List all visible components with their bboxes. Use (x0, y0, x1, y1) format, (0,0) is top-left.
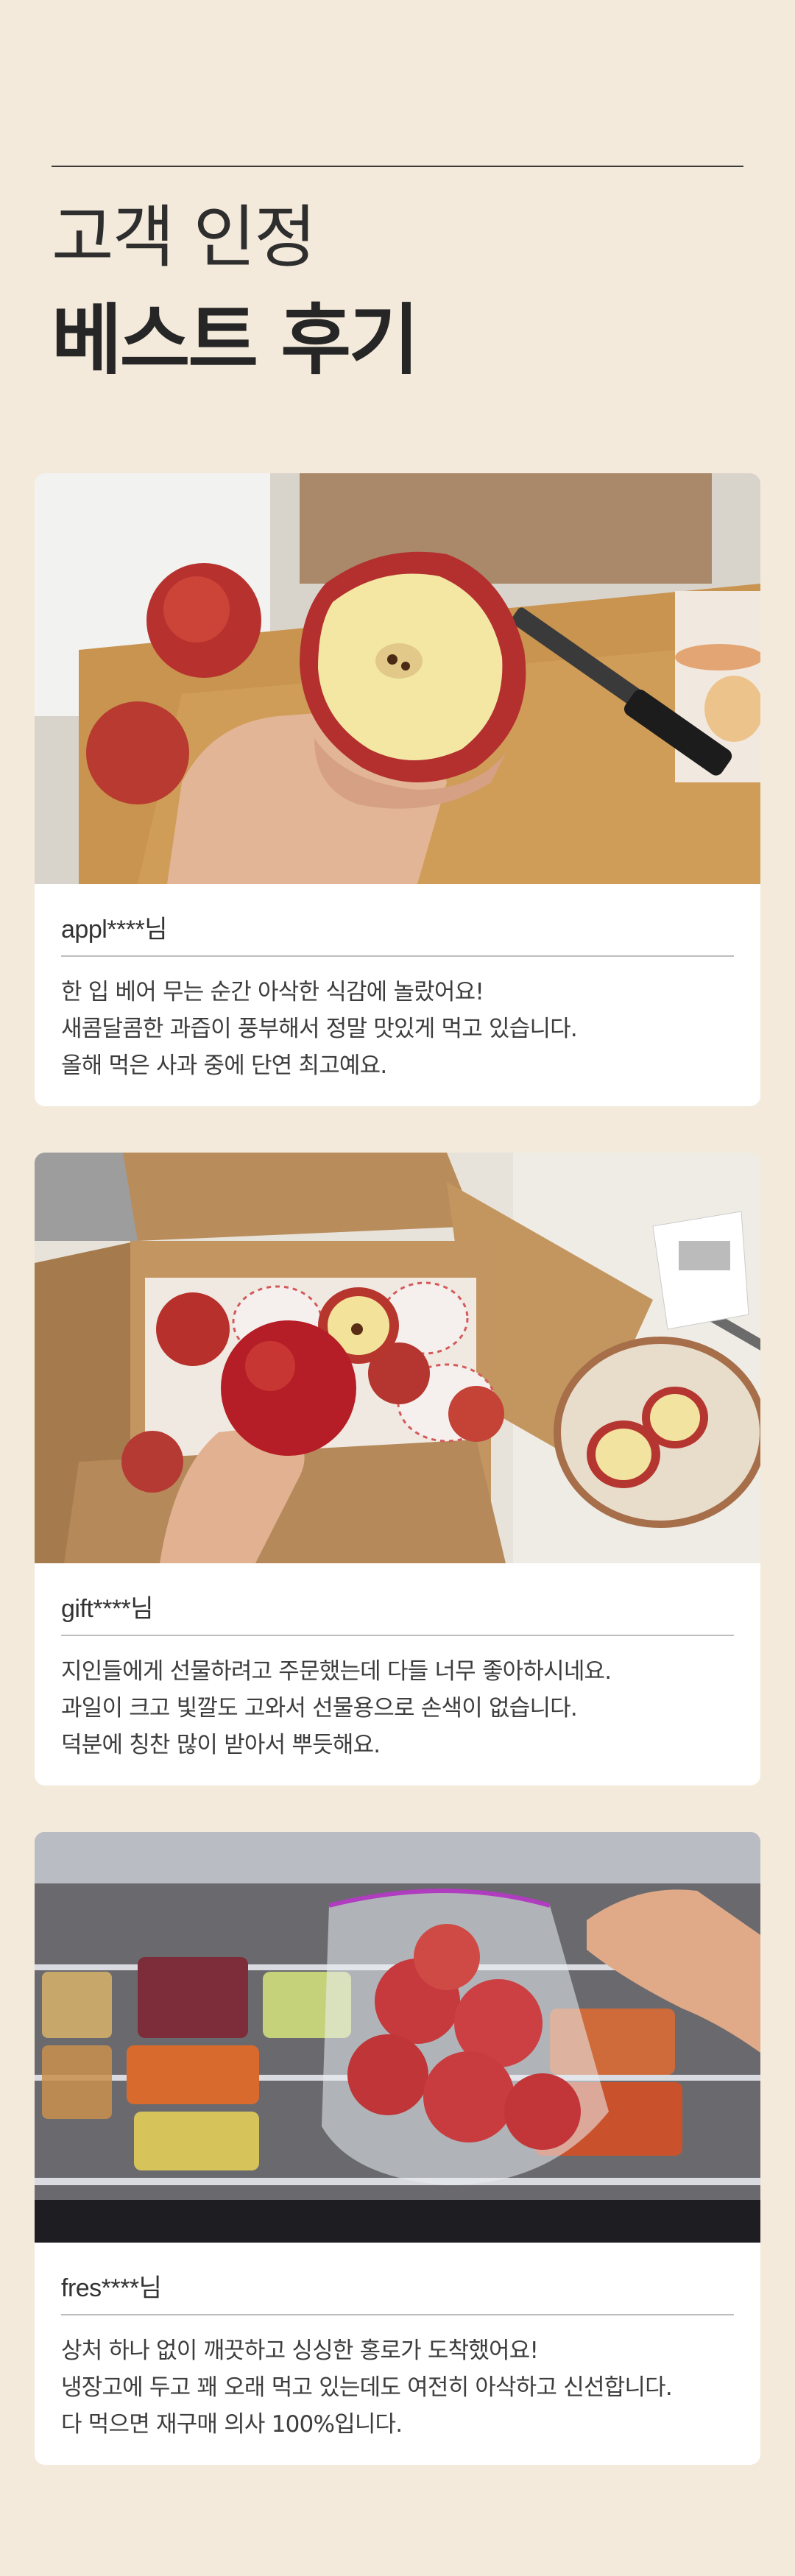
section-title-light: 고객 인정 (52, 198, 317, 277)
card-divider (61, 2314, 734, 2315)
apple-fridge-bag-photo-icon (35, 1832, 760, 2243)
apple-gift-box-photo-icon (35, 1153, 760, 1563)
review-line: 지인들에게 선물하려고 주문했는데 다들 너무 좋아하시네요. (61, 1658, 612, 1685)
review-body: 상처 하나 없이 깨끗하고 싱싱한 홍로가 도착했어요! 냉장고에 두고 꽤 오… (61, 2332, 738, 2443)
review-card[interactable]: fres****님 상처 하나 없이 깨끗하고 싱싱한 홍로가 도착했어요! 냉… (35, 1832, 760, 2465)
section-title-bold: 베스트 후기 (52, 295, 420, 385)
review-body: 한 입 베어 무는 순간 아삭한 식감에 놀랐어요! 새콤달콤한 과즙이 풍부해… (61, 974, 738, 1084)
review-line: 덕분에 칭찬 많이 받아서 뿌듯해요. (61, 1732, 381, 1758)
review-line: 다 먹으면 재구매 의사 100%입니다. (61, 2411, 403, 2438)
review-line: 올해 먹은 사과 중에 단연 최고예요. (61, 1052, 387, 1079)
reviewer-name: appl****님 (61, 916, 168, 944)
review-photo[interactable] (35, 473, 760, 884)
review-card[interactable]: gift****님 지인들에게 선물하려고 주문했는데 다들 너무 좋아하시네요… (35, 1153, 760, 1786)
review-body: 지인들에게 선물하려고 주문했는데 다들 너무 좋아하시네요. 과일이 크고 빛… (61, 1653, 738, 1763)
review-photo[interactable] (35, 1153, 760, 1563)
review-line: 과일이 크고 빛깔도 고와서 선물용으로 손색이 없습니다. (61, 1695, 578, 1722)
review-line: 새콤달콤한 과즙이 풍부해서 정말 맛있게 먹고 있습니다. (61, 1016, 578, 1042)
review-photo[interactable] (35, 1832, 760, 2243)
header-divider (52, 166, 743, 167)
card-divider (61, 955, 734, 957)
review-line: 냉장고에 두고 꽤 오래 먹고 있는데도 여전히 아삭하고 신선합니다. (61, 2374, 673, 2401)
reviewer-name: gift****님 (61, 1595, 154, 1623)
review-line: 한 입 베어 무는 순간 아삭한 식감에 놀랐어요! (61, 979, 484, 1005)
review-line: 상처 하나 없이 깨끗하고 싱싱한 홍로가 도착했어요! (61, 2338, 539, 2364)
review-card[interactable]: appl****님 한 입 베어 무는 순간 아삭한 식감에 놀랐어요! 새콤달… (35, 473, 760, 1106)
apple-cut-photo-icon (35, 473, 760, 884)
card-divider (61, 1635, 734, 1636)
reviewer-name: fres****님 (61, 2274, 162, 2302)
